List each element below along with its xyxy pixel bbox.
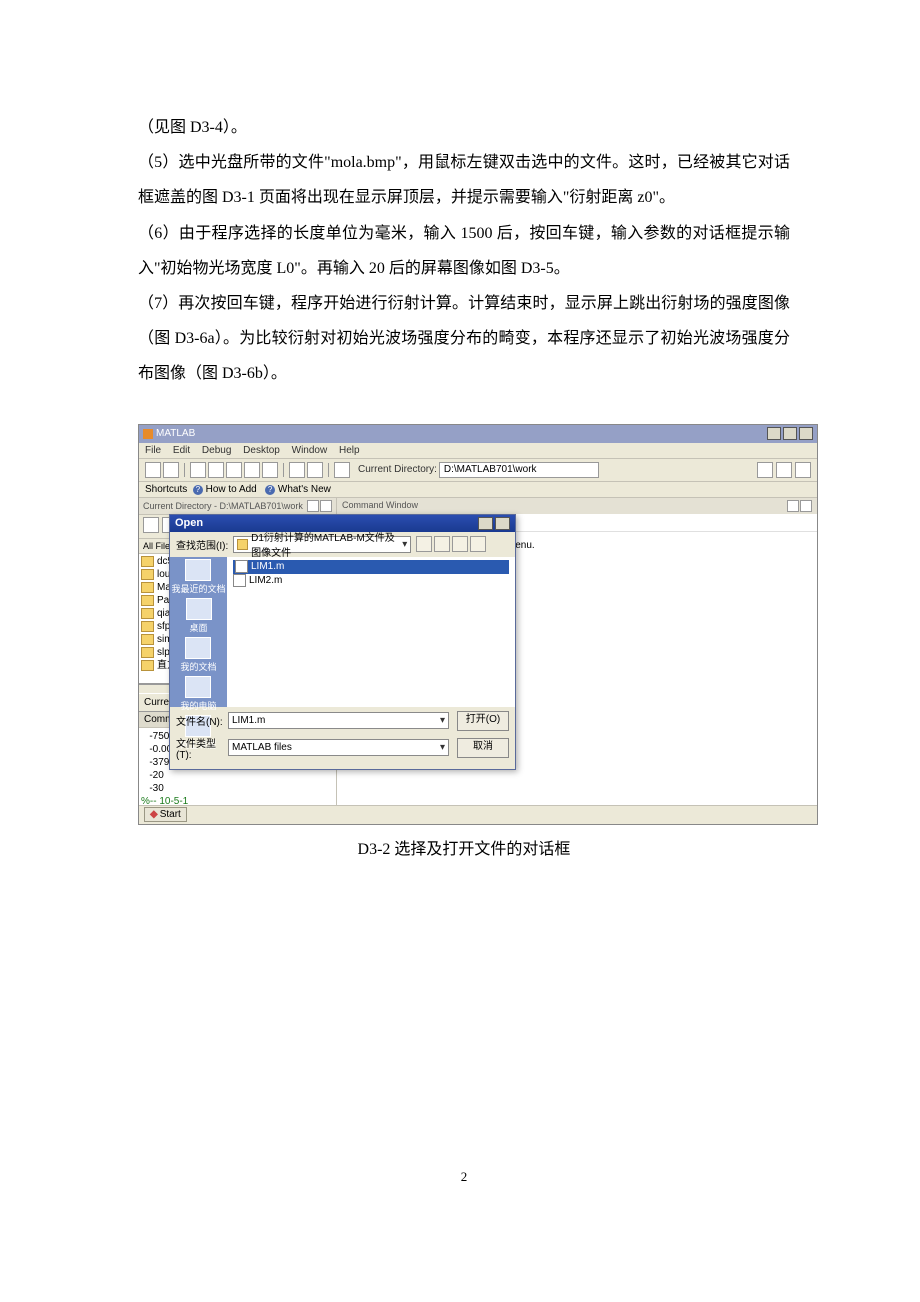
history-row[interactable]: -30	[141, 782, 334, 795]
mfile-icon	[235, 560, 248, 573]
help-icon[interactable]	[334, 462, 350, 478]
statusbar: ◆ Start	[139, 805, 817, 824]
start-icon: ◆	[150, 809, 158, 820]
dialog-file-list[interactable]: LIM1.m LIM2.m	[227, 557, 515, 707]
dialog-close-icon[interactable]	[495, 517, 510, 530]
history-row[interactable]: %-- 10-5-1	[141, 795, 334, 805]
undock-icon[interactable]	[307, 500, 319, 512]
browse-icon[interactable]	[776, 462, 792, 478]
place-mydocs[interactable]: 我的文档	[180, 637, 216, 673]
copy-icon[interactable]	[208, 462, 224, 478]
menu-desktop[interactable]: Desktop	[243, 445, 280, 456]
folder-icon	[141, 621, 154, 632]
filetype-label: 文件类型(T):	[176, 735, 228, 761]
recent-icon	[185, 559, 211, 581]
places-bar: 我最近的文档 桌面 我的文档 我的电脑 网上邻居	[170, 557, 227, 707]
menu-window[interactable]: Window	[292, 445, 328, 456]
howto-link[interactable]: How to Add	[206, 484, 257, 495]
maximize-button[interactable]	[783, 427, 797, 440]
matlab-logo-icon	[143, 429, 153, 439]
paragraph-3: （6）由于程序选择的长度单位为毫米，输入 1500 后，按回车键，输入参数的对话…	[138, 216, 790, 286]
newfolder-icon[interactable]	[452, 536, 468, 552]
folder-icon	[141, 569, 154, 580]
toolbar: Current Directory: D:\MATLAB701\work	[139, 459, 817, 482]
menu-debug[interactable]: Debug	[202, 445, 231, 456]
minimize-button[interactable]	[767, 427, 781, 440]
filename-label: 文件名(N):	[176, 713, 228, 728]
folder-icon	[237, 539, 248, 550]
paragraph-2: （5）选中光盘所带的文件"mola.bmp"，用鼠标左键双击选中的文件。这时，已…	[138, 145, 790, 215]
guide-icon[interactable]	[307, 462, 323, 478]
open-button[interactable]: 打开(O)	[457, 711, 509, 731]
redo-icon[interactable]	[262, 462, 278, 478]
filetype-dropdown[interactable]: MATLAB files▾	[228, 739, 449, 756]
folder-icon	[141, 647, 154, 658]
folder-icon	[141, 660, 154, 671]
curdir-input[interactable]: D:\MATLAB701\work	[439, 462, 599, 478]
folder-icon	[141, 608, 154, 619]
curdir-panel-header: Current Directory - D:\MATLAB701\work	[139, 498, 336, 515]
menu-help[interactable]: Help	[339, 445, 360, 456]
back-icon[interactable]	[416, 536, 432, 552]
folder-icon	[141, 582, 154, 593]
mydocs-icon	[185, 637, 211, 659]
panel-close-icon[interactable]	[800, 500, 812, 512]
folder-icon	[141, 556, 154, 567]
paste-icon[interactable]	[226, 462, 242, 478]
menu-file[interactable]: File	[145, 445, 161, 456]
undock-icon[interactable]	[787, 500, 799, 512]
filename-input[interactable]: LIM1.m▾	[228, 712, 449, 729]
new-icon[interactable]	[145, 462, 161, 478]
page-number: 2	[138, 1169, 790, 1185]
figure-caption: D3-2 选择及打开文件的对话框	[138, 835, 790, 859]
folder-up-icon[interactable]	[143, 517, 159, 533]
up-folder-icon[interactable]	[795, 462, 811, 478]
dialog-file-item[interactable]: LIM1.m	[233, 560, 509, 574]
curdir-label: Current Directory:	[358, 464, 437, 475]
close-button[interactable]	[799, 427, 813, 440]
dialog-file-item[interactable]: LIM2.m	[233, 574, 509, 588]
undo-icon[interactable]	[244, 462, 260, 478]
simulink-icon[interactable]	[289, 462, 305, 478]
whatsnew-icon[interactable]: ?	[265, 485, 275, 495]
lookin-label: 查找范围(I):	[176, 537, 228, 552]
place-recent[interactable]: 我最近的文档	[171, 559, 225, 595]
cut-icon[interactable]	[190, 462, 206, 478]
matlab-titlebar: MATLAB	[139, 425, 817, 443]
views-icon[interactable]	[470, 536, 486, 552]
up-icon[interactable]	[434, 536, 450, 552]
desktop-icon	[186, 598, 212, 620]
shortcuts-label: Shortcuts	[145, 484, 187, 495]
howto-icon[interactable]: ?	[193, 485, 203, 495]
shortcuts-bar: Shortcuts ? How to Add ? What's New	[139, 482, 817, 498]
lookin-dropdown[interactable]: D1衍射计算的MATLAB-M文件及图像文件 ▾	[233, 536, 411, 553]
paragraph-4: （7）再次按回车键，程序开始进行衍射计算。计算结束时，显示屏上跳出衍射场的强度图…	[138, 286, 790, 392]
whatsnew-link[interactable]: What's New	[278, 484, 331, 495]
dropdown-icon[interactable]	[757, 462, 773, 478]
start-button[interactable]: ◆ Start	[144, 807, 187, 822]
window-title: MATLAB	[156, 428, 195, 439]
paragraph-1: （见图 D3-4）。	[138, 110, 790, 145]
mycomputer-icon	[185, 676, 211, 698]
mfile-icon	[233, 574, 246, 587]
place-desktop[interactable]: 桌面	[186, 598, 212, 634]
open-dialog: Open 查找范围(I): D1衍射计算的MATLAB-	[169, 514, 516, 770]
matlab-screenshot: MATLAB File Edit Debug Desktop Window He…	[138, 424, 818, 825]
menu-edit[interactable]: Edit	[173, 445, 190, 456]
folder-icon	[141, 595, 154, 606]
command-window[interactable]: ? Help or Demos from the Help menu. Open	[337, 514, 817, 805]
panel-close-icon[interactable]	[320, 500, 332, 512]
history-row[interactable]: -20	[141, 769, 334, 782]
folder-icon	[141, 634, 154, 645]
cancel-button[interactable]: 取消	[457, 738, 509, 758]
menubar: File Edit Debug Desktop Window Help	[139, 443, 817, 459]
dialog-help-icon[interactable]	[478, 517, 493, 530]
open-icon[interactable]	[163, 462, 179, 478]
cmdwin-header: Command Window	[337, 498, 817, 514]
place-mycomputer[interactable]: 我的电脑	[180, 676, 216, 712]
